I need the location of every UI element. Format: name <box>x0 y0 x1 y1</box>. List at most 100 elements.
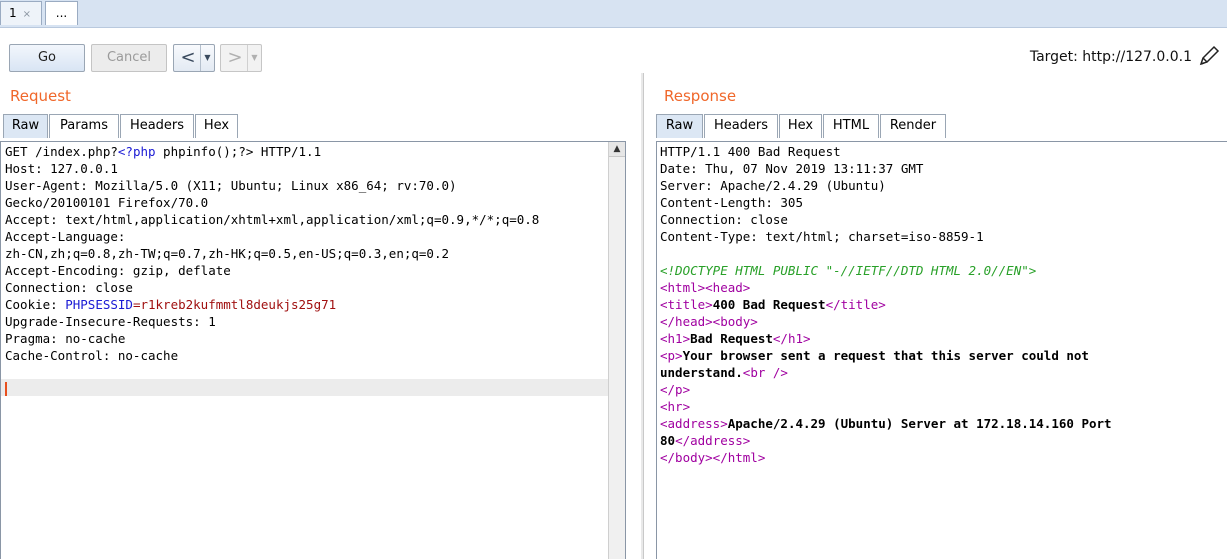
scroll-up-arrow-icon[interactable]: ▲ <box>609 142 625 157</box>
response-token: <hr> <box>660 399 691 414</box>
response-token: <address> <box>660 416 728 431</box>
request-line: Accept-Language: <box>5 228 607 245</box>
pencil-icon[interactable] <box>1197 44 1221 68</box>
response-line: <p>Your browser sent a request that this… <box>660 347 1224 364</box>
request-title: Request <box>10 87 71 105</box>
response-token: <br /> <box>742 365 788 380</box>
response-line: HTTP/1.1 400 Bad Request <box>660 143 1224 160</box>
request-token: Cookie: <box>5 297 66 312</box>
response-viewer[interactable]: HTTP/1.1 400 Bad Request Date: Thu, 07 No… <box>656 141 1227 559</box>
response-line: Date: Thu, 07 Nov 2019 13:11:37 GMT <box>660 160 1224 177</box>
response-token: 400 Bad Request <box>712 297 826 312</box>
response-token: HTTP/1.1 400 Bad Request <box>660 144 841 159</box>
back-history-dropdown-icon[interactable]: ▼ <box>200 45 214 71</box>
tab-response-hex[interactable]: Hex <box>779 114 822 138</box>
session-tab-strip: 1 × ... <box>0 0 1227 28</box>
request-token: PHPSESSID <box>65 297 133 312</box>
response-pane: Response Raw Headers Hex HTML Render HTT… <box>643 73 1227 559</box>
request-line: Cache-Control: no-cache <box>5 347 607 364</box>
new-tab-button[interactable]: ... <box>45 1 78 25</box>
request-scrollbar[interactable]: ▲ <box>608 142 625 559</box>
response-line: </head><body> <box>660 313 1224 330</box>
response-token: </address> <box>675 433 751 448</box>
toolbar: Go Cancel < ▼ > ▼ Target: http://127.0.0… <box>0 28 1227 72</box>
request-editor[interactable]: GET /index.php?<?php phpinfo();?> HTTP/1… <box>0 141 626 559</box>
request-line: Upgrade-Insecure-Requests: 1 <box>5 313 607 330</box>
tab-response-raw[interactable]: Raw <box>656 114 703 138</box>
request-token: <?php <box>117 144 156 159</box>
response-line: </body></html> <box>660 449 1224 466</box>
cancel-button[interactable]: Cancel <box>91 44 167 72</box>
response-line: Content-Length: 305 <box>660 194 1224 211</box>
go-button[interactable]: Go <box>9 44 85 72</box>
session-tab-1-label: 1 <box>9 6 17 20</box>
response-token: Date: Thu, 07 Nov 2019 13:11:37 GMT <box>660 161 924 176</box>
response-token: <html><head> <box>660 280 751 295</box>
tab-request-headers[interactable]: Headers <box>120 114 194 138</box>
tab-request-hex[interactable]: Hex <box>195 114 238 138</box>
request-token: Accept: text/html,application/xhtml+xml,… <box>5 212 540 227</box>
tab-response-headers[interactable]: Headers <box>704 114 778 138</box>
back-nav-group[interactable]: < ▼ <box>173 44 215 72</box>
response-token: Content-Length: 305 <box>660 195 803 210</box>
request-token: Connection: close <box>5 280 133 295</box>
response-line: Server: Apache/2.4.29 (Ubuntu) <box>660 177 1224 194</box>
response-token: </title> <box>825 297 886 312</box>
response-token: Content-Type: text/html; charset=iso-885… <box>660 229 984 244</box>
request-text: GET /index.php?<?php phpinfo();?> HTTP/1… <box>5 143 607 364</box>
new-tab-label: ... <box>55 6 68 20</box>
request-token: GET /index.php? <box>5 144 118 159</box>
request-token: Upgrade-Insecure-Requests: 1 <box>5 314 216 329</box>
tab-request-raw[interactable]: Raw <box>3 114 48 138</box>
tab-response-render[interactable]: Render <box>880 114 946 138</box>
forward-nav-group[interactable]: > ▼ <box>220 44 262 72</box>
response-line <box>660 245 1224 262</box>
response-token: </p> <box>660 382 691 397</box>
response-line: <!DOCTYPE HTML PUBLIC "-//IETF//DTD HTML… <box>660 262 1224 279</box>
forward-history-dropdown-icon[interactable]: ▼ <box>247 45 261 71</box>
tab-request-params[interactable]: Params <box>49 114 119 138</box>
close-icon[interactable]: × <box>23 9 31 20</box>
request-token: Cache-Control: no-cache <box>5 348 179 363</box>
response-text: HTTP/1.1 400 Bad Request Date: Thu, 07 No… <box>660 143 1224 466</box>
response-token: Apache/2.4.29 (Ubuntu) Server at 172.18.… <box>727 416 1112 431</box>
response-token: <title> <box>660 297 713 312</box>
response-token: <p> <box>660 348 683 363</box>
request-line: zh-CN,zh;q=0.8,zh-TW;q=0.7,zh-HK;q=0.5,e… <box>5 245 607 262</box>
request-token: Gecko/20100101 Firefox/70.0 <box>5 195 209 210</box>
request-token: zh-CN,zh;q=0.8,zh-TW;q=0.7,zh-HK;q=0.5,e… <box>5 246 450 261</box>
response-token: </body></html> <box>660 450 766 465</box>
response-token: Server: Apache/2.4.29 (Ubuntu) <box>660 178 886 193</box>
request-pane: Request Raw Params Headers Hex GET /inde… <box>0 73 642 559</box>
request-token: Pragma: no-cache <box>5 331 126 346</box>
response-token: understand. <box>660 365 743 380</box>
response-line: Content-Type: text/html; charset=iso-885… <box>660 228 1224 245</box>
session-tab-1[interactable]: 1 × <box>0 1 42 25</box>
request-line: Accept: text/html,application/xhtml+xml,… <box>5 211 607 228</box>
request-line: Pragma: no-cache <box>5 330 607 347</box>
response-token: Your browser sent a request that this se… <box>682 348 1089 363</box>
text-caret <box>5 382 7 396</box>
response-token: <!DOCTYPE HTML PUBLIC "-//IETF//DTD HTML… <box>660 263 1037 278</box>
response-token: <h1> <box>660 331 691 346</box>
back-arrow-icon[interactable]: < <box>176 45 200 71</box>
response-line: <title>400 Bad Request</title> <box>660 296 1224 313</box>
response-token: Connection: close <box>660 212 788 227</box>
request-token: phpinfo();?> HTTP/1.1 <box>155 144 322 159</box>
forward-arrow-icon[interactable]: > <box>223 45 247 71</box>
response-line: 80</address> <box>660 432 1224 449</box>
tab-response-html[interactable]: HTML <box>823 114 879 138</box>
request-line: Host: 127.0.0.1 <box>5 160 607 177</box>
request-line: GET /index.php?<?php phpinfo();?> HTTP/1… <box>5 143 607 160</box>
request-line: Accept-Encoding: gzip, deflate <box>5 262 607 279</box>
response-line: understand.<br /> <box>660 364 1224 381</box>
request-line: Cookie: PHPSESSID=r1kreb2kufmmtl8deukjs2… <box>5 296 607 313</box>
response-line: <h1>Bad Request</h1> <box>660 330 1224 347</box>
response-line: </p> <box>660 381 1224 398</box>
response-token: 80 <box>660 433 676 448</box>
response-line: <hr> <box>660 398 1224 415</box>
response-title: Response <box>664 87 737 105</box>
response-token: Bad Request <box>690 331 773 346</box>
request-line: User-Agent: Mozilla/5.0 (X11; Ubuntu; Li… <box>5 177 607 194</box>
request-line: Gecko/20100101 Firefox/70.0 <box>5 194 607 211</box>
